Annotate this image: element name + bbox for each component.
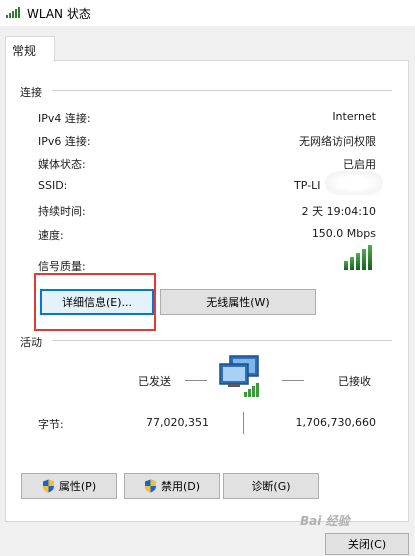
connection-divider — [52, 90, 392, 91]
properties-button-label: 属性(P) — [58, 480, 97, 493]
window-title: WLAN 状态 — [27, 7, 91, 21]
media-state-value: 已启用 — [343, 158, 376, 171]
connection-header: 连接 — [20, 86, 42, 99]
received-line — [282, 380, 304, 381]
duration-value: 2 天 19:04:10 — [301, 205, 376, 218]
disable-button-label: 禁用(D) — [160, 480, 201, 493]
received-label: 已接收 — [338, 375, 371, 388]
network-computer-icon — [219, 355, 259, 397]
ssid-label: SSID: — [38, 179, 68, 192]
watermark: Bai 经验 — [300, 514, 350, 528]
bytes-label: 字节: — [38, 418, 64, 431]
activity-header: 活动 — [20, 336, 42, 349]
properties-button[interactable]: 属性(P) — [21, 473, 117, 499]
uac-shield-icon — [42, 479, 54, 493]
speed-label: 速度: — [38, 229, 64, 242]
signal-quality-label: 信号质量: — [38, 260, 86, 273]
ssid-value: TP-LI — [294, 179, 321, 192]
diagnose-button[interactable]: 诊断(G) — [223, 473, 319, 499]
signal-quality-icon — [344, 245, 374, 270]
ipv4-value: Internet — [332, 110, 376, 123]
ipv6-value: 无网络访问权限 — [299, 135, 376, 148]
sent-label: 已发送 — [138, 375, 171, 388]
details-button[interactable]: 详细信息(E)... — [40, 289, 154, 315]
tab-general-label: 常规 — [12, 44, 37, 58]
bytes-received-value: 1,706,730,660 — [295, 416, 376, 429]
ipv4-label: IPv4 连接: — [38, 112, 91, 125]
duration-label: 持续时间: — [38, 205, 86, 218]
wireless-properties-button[interactable]: 无线属性(W) — [160, 289, 316, 315]
ipv6-label: IPv6 连接: — [38, 135, 91, 148]
disable-button[interactable]: 禁用(D) — [124, 473, 220, 499]
ssid-redaction — [325, 171, 383, 195]
speed-value: 150.0 Mbps — [311, 227, 376, 240]
bytes-sent-value: 77,020,351 — [146, 416, 209, 429]
uac-shield-icon — [144, 479, 156, 493]
wifi-signal-icon — [6, 6, 22, 18]
sent-line — [185, 380, 207, 381]
close-button[interactable]: 关闭(C) — [325, 533, 409, 555]
media-state-label: 媒体状态: — [38, 158, 86, 171]
activity-divider — [52, 340, 392, 341]
bytes-separator — [243, 412, 244, 434]
